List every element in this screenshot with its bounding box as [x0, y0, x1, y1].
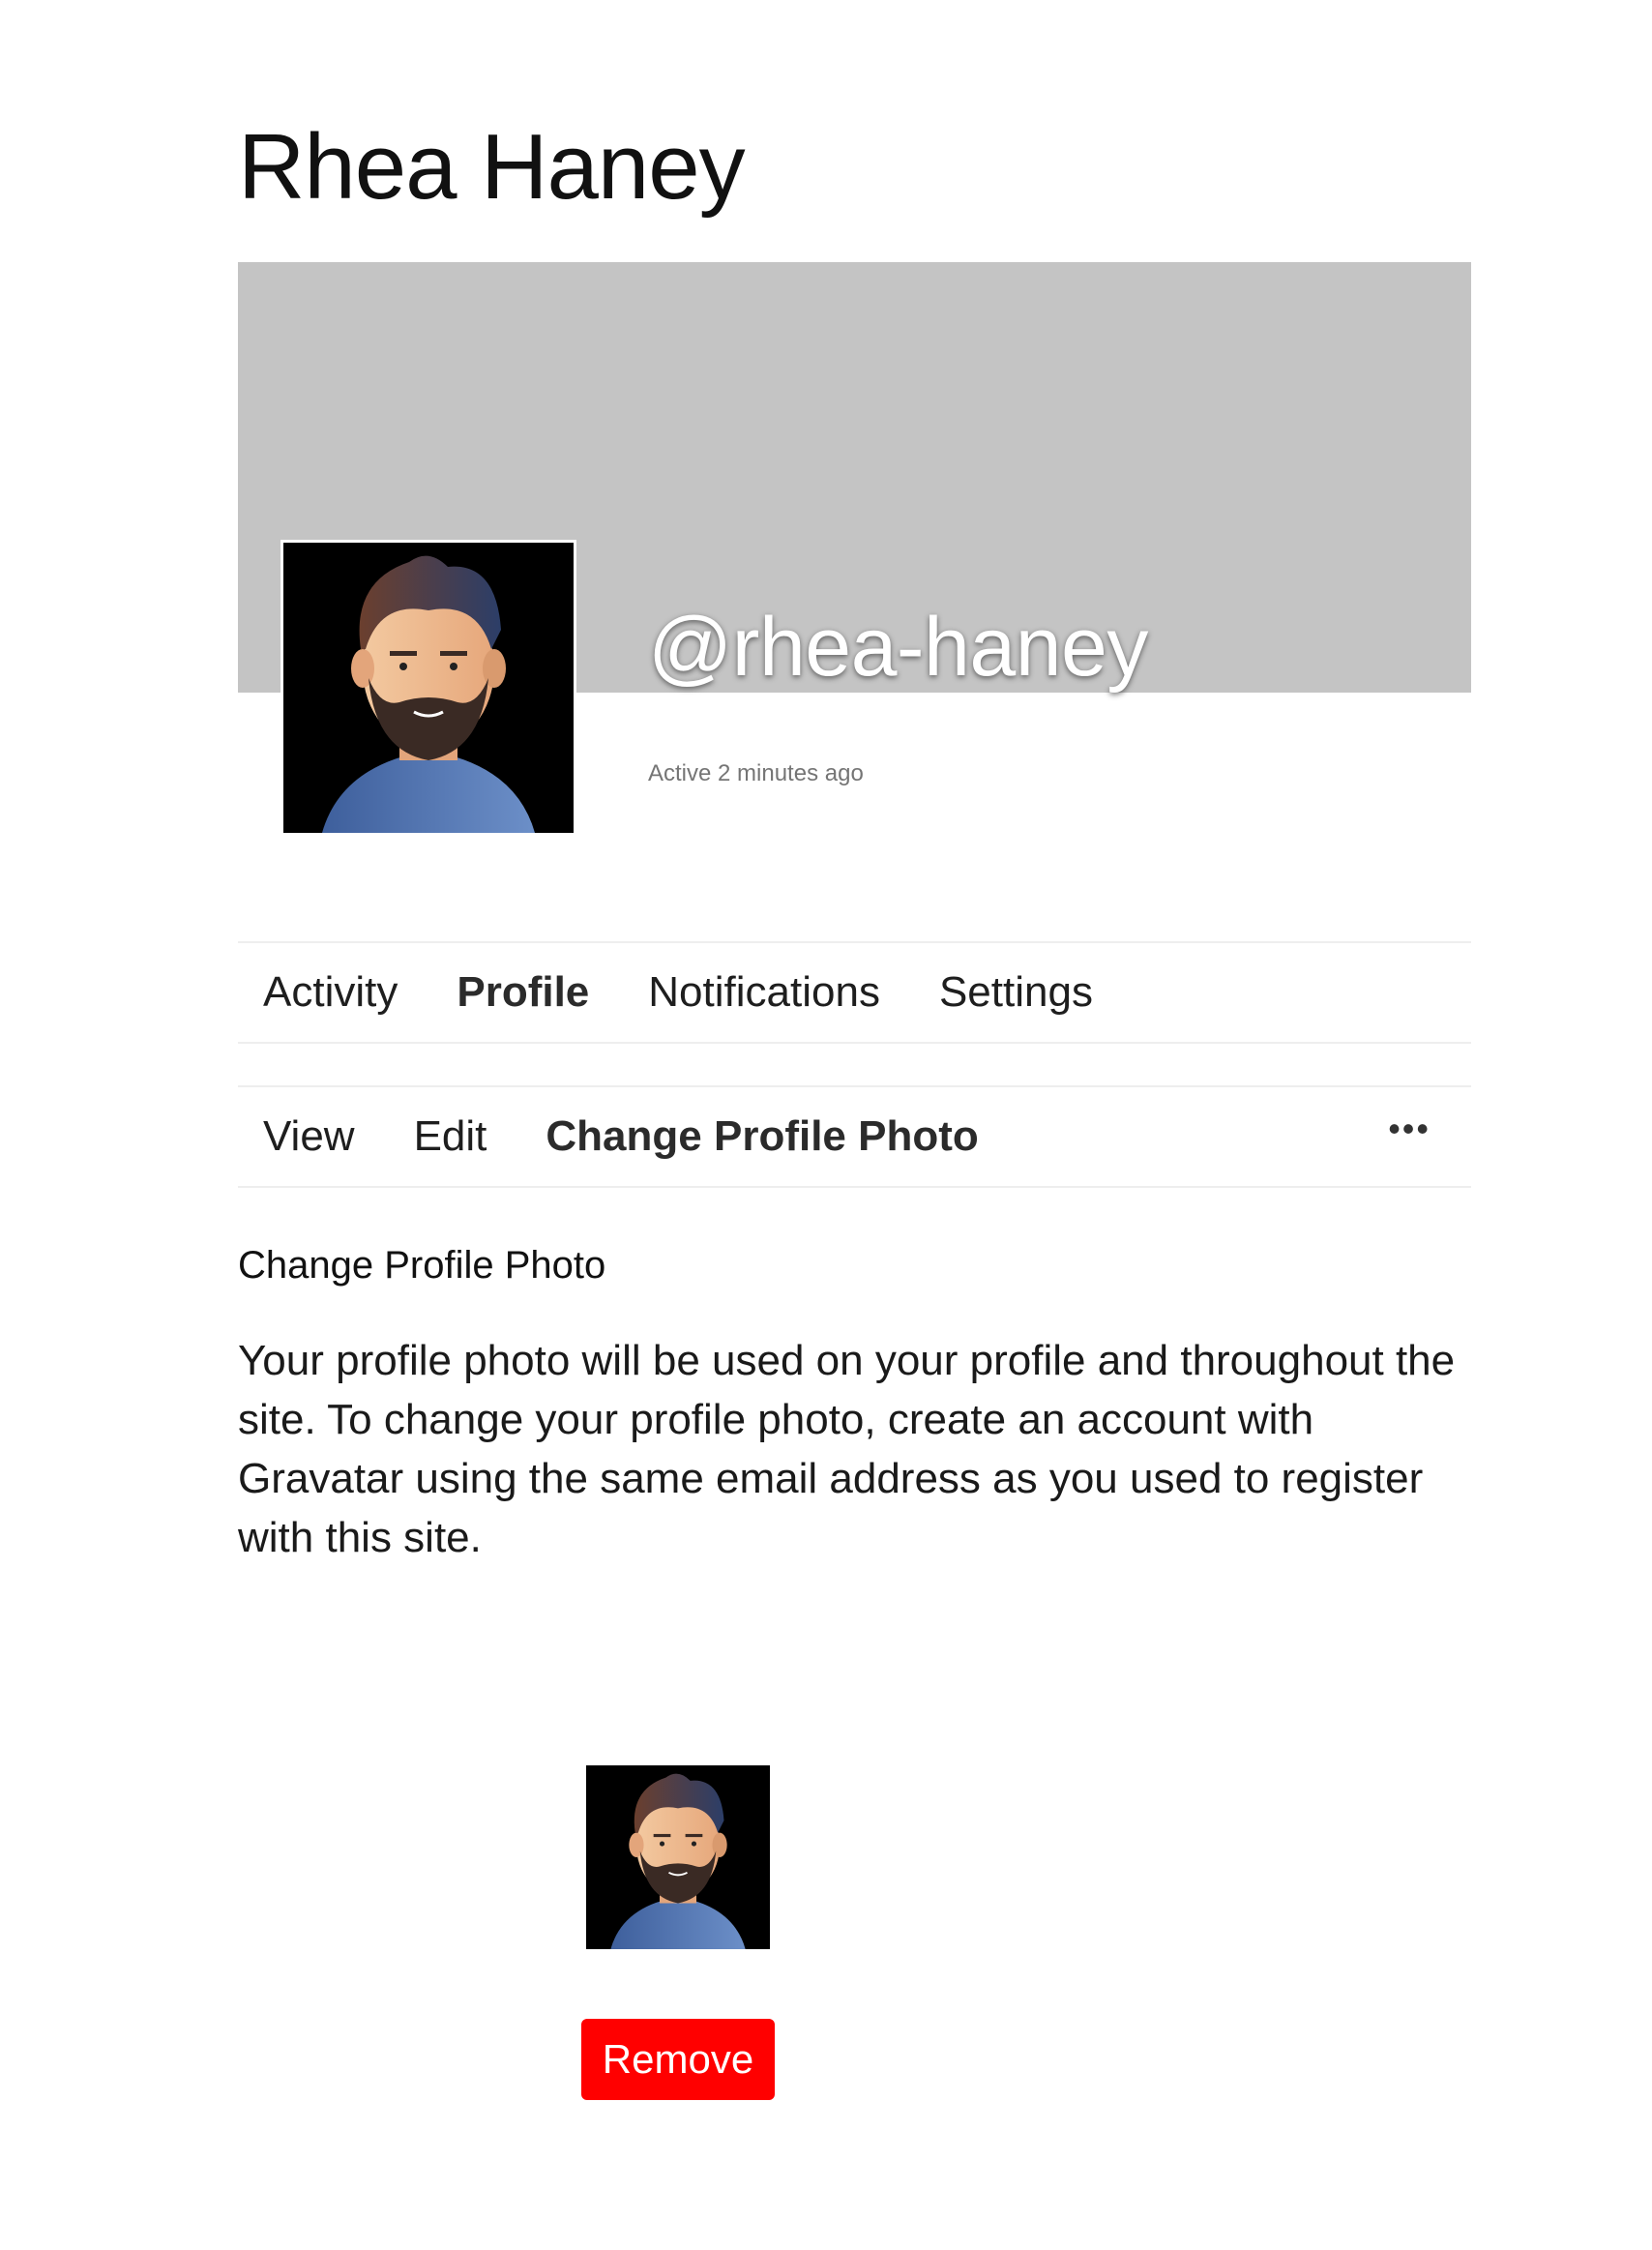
profile-handle: @rhea-haney: [648, 601, 1148, 694]
profile-avatar[interactable]: [280, 540, 576, 836]
secondary-nav: View Edit Change Profile Photo •••: [238, 1085, 1471, 1188]
bearded-man-avatar-icon: [283, 543, 574, 833]
page-title: Rhea Haney: [238, 115, 746, 219]
subtab-view[interactable]: View: [263, 1112, 355, 1161]
active-status: Active 2 minutes ago: [648, 760, 864, 786]
bearded-man-avatar-icon: [586, 1765, 770, 1949]
subtab-change-profile-photo[interactable]: Change Profile Photo: [546, 1112, 978, 1161]
remove-photo-button[interactable]: Remove: [581, 2019, 775, 2100]
tab-activity[interactable]: Activity: [263, 968, 398, 1017]
section-heading: Change Profile Photo: [238, 1244, 606, 1287]
photo-description: Your profile photo will be used on your …: [238, 1337, 1456, 1561]
primary-nav: Activity Profile Notifications Settings: [238, 941, 1471, 1044]
more-options-icon[interactable]: •••: [1388, 1109, 1431, 1149]
profile-page: Rhea Haney @rhea-haney Active 2 minutes …: [0, 0, 1652, 2250]
tab-profile[interactable]: Profile: [457, 968, 589, 1017]
tab-notifications[interactable]: Notifications: [648, 968, 880, 1017]
tab-settings[interactable]: Settings: [939, 968, 1093, 1017]
subtab-edit[interactable]: Edit: [414, 1112, 487, 1161]
current-avatar-preview: [586, 1765, 770, 1949]
